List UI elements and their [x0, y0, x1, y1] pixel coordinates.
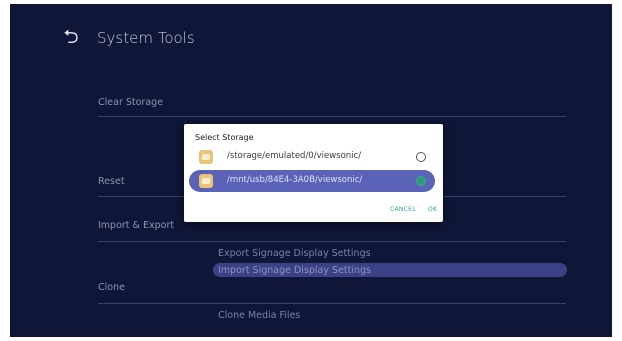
storage-path: /storage/emulated/0/viewsonic/	[227, 151, 362, 161]
import-signage-settings-item[interactable]: Import Signage Display Settings	[218, 265, 371, 276]
select-storage-dialog: Select Storage /storage/emulated/0/views…	[184, 124, 443, 222]
folder-icon	[199, 174, 213, 188]
divider	[98, 116, 566, 117]
divider	[98, 303, 566, 304]
reset-item[interactable]: Reset	[98, 176, 125, 187]
divider	[98, 241, 566, 242]
ok-button[interactable]: OK	[428, 206, 437, 213]
radio-selected-icon[interactable]	[416, 176, 426, 186]
radio-icon[interactable]	[416, 152, 426, 162]
clone-media-files-item[interactable]: Clone Media Files	[218, 310, 300, 321]
storage-path: /mnt/usb/84E4-3A0B/viewsonic/	[227, 175, 363, 185]
storage-option-usb[interactable]: /mnt/usb/84E4-3A0B/viewsonic/	[189, 170, 435, 192]
storage-option-internal[interactable]: /storage/emulated/0/viewsonic/	[189, 146, 435, 168]
clear-storage-item[interactable]: Clear Storage	[98, 97, 163, 108]
dialog-title: Select Storage	[195, 133, 254, 142]
page-title: System Tools	[97, 29, 195, 47]
settings-screen: ⮌ System Tools Clear Storage Reset Impor…	[10, 4, 612, 337]
back-arrow-icon[interactable]: ⮌	[59, 26, 83, 48]
export-signage-settings-item[interactable]: Export Signage Display Settings	[218, 248, 371, 259]
cancel-button[interactable]: CANCEL	[390, 206, 416, 213]
import-export-item[interactable]: Import & Export	[98, 220, 174, 231]
folder-icon	[199, 150, 213, 164]
clone-item[interactable]: Clone	[98, 282, 125, 293]
